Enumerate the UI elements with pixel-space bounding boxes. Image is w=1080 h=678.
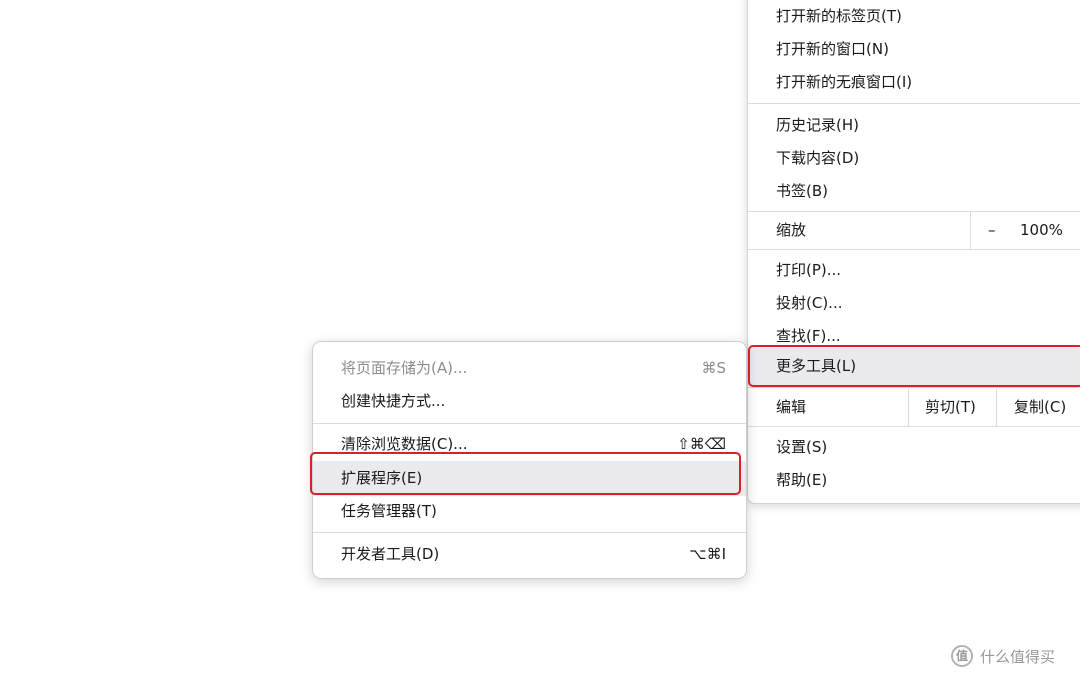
- submenu-item-task-manager[interactable]: 任务管理器(T): [313, 495, 746, 528]
- edit-divider: [908, 389, 909, 426]
- menu-item-print[interactable]: 打印(P)...: [748, 254, 1080, 287]
- menu-item-settings[interactable]: 设置(S): [748, 431, 1080, 464]
- shortcut-label: ⌥⌘I: [689, 545, 726, 563]
- shortcut-label: ⌘S: [701, 359, 726, 377]
- watermark-text: 什么值得买: [980, 647, 1056, 666]
- shortcut-label: ⇧⌘⌫: [677, 435, 726, 453]
- submenu-item-developer-tools[interactable]: 开发者工具(D) ⌥⌘I: [313, 538, 746, 571]
- menu-item-label: 将页面存储为(A)...: [341, 359, 468, 377]
- zoom-row: 缩放 – 100%: [748, 212, 1080, 249]
- menu-item-new-window[interactable]: 打开新的窗口(N): [748, 33, 1080, 66]
- watermark: 值 什么值得买: [951, 644, 1055, 668]
- menu-item-label: 更多工具(L): [776, 357, 857, 375]
- zoom-divider: [970, 212, 971, 249]
- menu-item-label: 历史记录(H): [776, 116, 859, 134]
- menu-item-label: 扩展程序(E): [341, 469, 423, 487]
- zoom-out-button[interactable]: –: [988, 212, 1008, 249]
- cut-button[interactable]: 剪切(T): [925, 389, 976, 426]
- zoom-level-value: 100%: [1020, 221, 1063, 239]
- submenu-item-extensions[interactable]: 扩展程序(E): [313, 461, 746, 496]
- menu-separator: [313, 423, 746, 424]
- menu-item-label: 下载内容(D): [776, 149, 860, 167]
- menu-item-history[interactable]: 历史记录(H): [748, 109, 1080, 142]
- submenu-item-save-page[interactable]: 将页面存储为(A)... ⌘S: [313, 352, 746, 385]
- browser-main-menu: 打开新的标签页(T) 打开新的窗口(N) 打开新的无痕窗口(I) 历史记录(H)…: [747, 0, 1080, 504]
- menu-item-label: 创建快捷方式...: [341, 392, 446, 410]
- more-tools-submenu: 将页面存储为(A)... ⌘S 创建快捷方式... 清除浏览数据(C)... ⇧…: [312, 341, 747, 579]
- submenu-item-create-shortcut[interactable]: 创建快捷方式...: [313, 385, 746, 418]
- menu-separator: [748, 103, 1080, 104]
- submenu-item-clear-browsing-data[interactable]: 清除浏览数据(C)... ⇧⌘⌫: [313, 428, 746, 461]
- edit-divider: [996, 389, 997, 426]
- menu-item-new-incognito-window[interactable]: 打开新的无痕窗口(I): [748, 66, 1080, 99]
- menu-item-label: 书签(B): [776, 182, 828, 200]
- watermark-logo-icon: 值: [951, 645, 973, 667]
- menu-separator: [748, 387, 1080, 388]
- menu-item-label: 打开新的窗口(N): [776, 40, 889, 58]
- menu-item-label: 帮助(E): [776, 471, 828, 489]
- menu-item-help[interactable]: 帮助(E): [748, 464, 1080, 497]
- menu-item-label: 打开新的标签页(T): [776, 7, 902, 25]
- menu-item-label: 投射(C)...: [776, 294, 843, 312]
- menu-item-new-tab[interactable]: 打开新的标签页(T): [748, 0, 1080, 33]
- menu-item-label: 设置(S): [776, 438, 828, 456]
- menu-item-bookmarks[interactable]: 书签(B): [748, 175, 1080, 208]
- zoom-label: 缩放: [776, 221, 807, 239]
- menu-item-more-tools[interactable]: 更多工具(L): [748, 348, 1080, 385]
- menu-separator: [748, 426, 1080, 427]
- menu-item-downloads[interactable]: 下载内容(D): [748, 142, 1080, 175]
- menu-item-label: 打印(P)...: [776, 261, 842, 279]
- edit-row: 编辑 剪切(T) 复制(C): [748, 389, 1080, 426]
- menu-separator: [313, 532, 746, 533]
- menu-item-label: 开发者工具(D): [341, 545, 440, 563]
- copy-button[interactable]: 复制(C): [1014, 389, 1066, 426]
- menu-item-label: 清除浏览数据(C)...: [341, 435, 468, 453]
- menu-item-cast[interactable]: 投射(C)...: [748, 287, 1080, 320]
- menu-separator: [748, 249, 1080, 250]
- edit-label: 编辑: [776, 398, 807, 416]
- menu-item-label: 打开新的无痕窗口(I): [776, 73, 913, 91]
- menu-item-label: 任务管理器(T): [341, 502, 437, 520]
